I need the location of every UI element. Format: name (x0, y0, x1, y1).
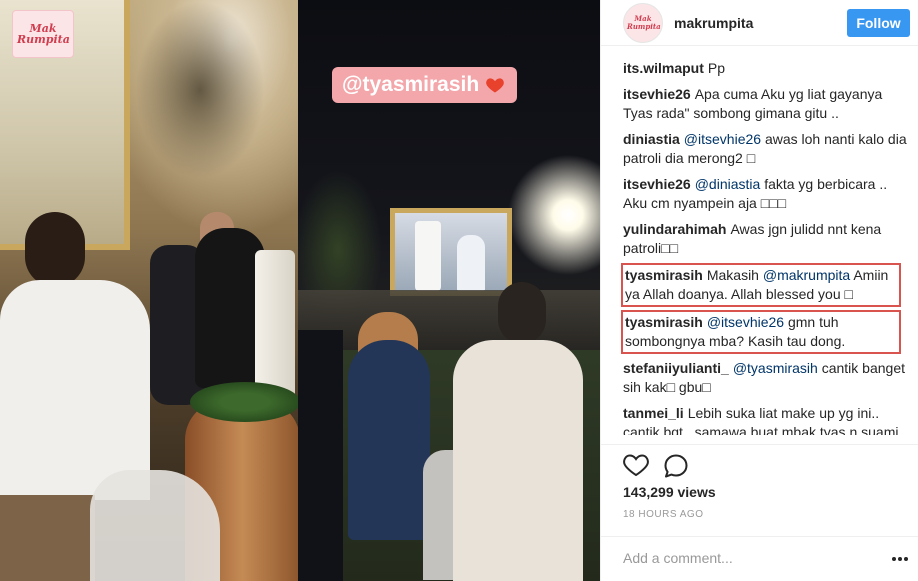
video-frame-left (0, 0, 298, 581)
username-link[interactable]: makrumpita (674, 15, 753, 31)
highlighted-comment: tyasmirasih Makasih @makrumpita Amiin ya … (621, 263, 901, 307)
guest-man (453, 340, 583, 581)
post-sidebar: Mak Rumpita makrumpita Follow its.wilmap… (600, 0, 918, 581)
comment-username[interactable]: itsevhie26 (623, 176, 691, 192)
screen-bride (457, 235, 485, 291)
comment: yulindarahimah Awas jgn julidd nnt kena p… (601, 218, 918, 260)
comment-input[interactable] (623, 547, 873, 569)
comment-username[interactable]: yulindarahimah (623, 221, 726, 237)
photographer-head (25, 212, 85, 287)
logo-text: Mak Rumpita (17, 22, 70, 46)
comment: tanmei_li Lebih suka liat make up yg ini.… (601, 402, 918, 435)
post-header: Mak Rumpita makrumpita Follow (601, 0, 918, 46)
comment-mention[interactable]: @itsevhie26 (684, 131, 761, 147)
comment-username[interactable]: tanmei_li (623, 405, 684, 421)
comment-username[interactable]: tyasmirasih (625, 314, 703, 330)
comment: itsevhie26 Apa cuma Aku yg liat gayanya T… (601, 83, 918, 125)
highlighted-comment: tyasmirasih @itsevhie26 gmn tuh sombongny… (621, 310, 901, 354)
comment-mention[interactable]: @tyasmirasih (733, 360, 818, 376)
tree (120, 0, 290, 230)
guest-woman (348, 340, 430, 540)
view-count[interactable]: 143,299 views (623, 484, 716, 500)
more-options-icon[interactable] (891, 556, 909, 562)
comment-text: Pp (707, 60, 726, 76)
screen-cake (415, 221, 441, 291)
comments-list[interactable]: its.wilmaput Pp itsevhie26 Apa cuma Aku yg … (601, 57, 918, 435)
photographer-pants (0, 495, 95, 581)
comment-mention[interactable]: @itsevhie26 (707, 314, 784, 330)
photographer (0, 280, 150, 500)
sticker-text: @tyasmirasih (342, 73, 480, 96)
comment-mention[interactable]: @makrumpita (763, 267, 850, 283)
heart-icon (486, 78, 505, 93)
mention-sticker[interactable]: @tyasmirasih (332, 67, 518, 103)
post-media[interactable]: Mak Rumpita @tyasmirasih (0, 0, 600, 581)
comment-username[interactable]: its.wilmaput (623, 60, 704, 76)
comment-username[interactable]: diniastia (623, 131, 680, 147)
comment: its.wilmaput Pp (601, 57, 918, 80)
comment-text: Makasih (706, 267, 759, 283)
comment: stefaniiyulianti_ @tyasmirasih cantik ban… (601, 357, 918, 399)
guest-dark (298, 330, 343, 581)
comment: diniastia @itsevhie26 awas loh nanti kalo… (601, 128, 918, 170)
timestamp[interactable]: 18 HOURS AGO (623, 509, 703, 520)
avatar-text: Mak Rumpita (627, 14, 661, 31)
avatar[interactable]: Mak Rumpita (623, 3, 663, 43)
projection-screen (390, 208, 512, 296)
guest-man-head (498, 282, 546, 344)
comment: itsevhie26 @diniastia fakta yg berbicara … (601, 173, 918, 215)
add-comment-bar (601, 536, 918, 581)
comment-username[interactable]: itsevhie26 (623, 86, 691, 102)
comment-username[interactable]: stefaniiyulianti_ (623, 360, 729, 376)
speech-bubble-icon[interactable] (663, 453, 689, 479)
comment-mention[interactable]: @diniastia (695, 176, 761, 192)
post-actions: 143,299 views 18 HOURS AGO (601, 444, 918, 532)
watermark-logo: Mak Rumpita (12, 10, 74, 58)
comment-username[interactable]: tyasmirasih (625, 267, 703, 283)
heart-outline-icon[interactable] (623, 453, 649, 477)
flower-garland (190, 382, 298, 422)
follow-button[interactable]: Follow (847, 9, 910, 37)
white-fabric (90, 470, 220, 581)
